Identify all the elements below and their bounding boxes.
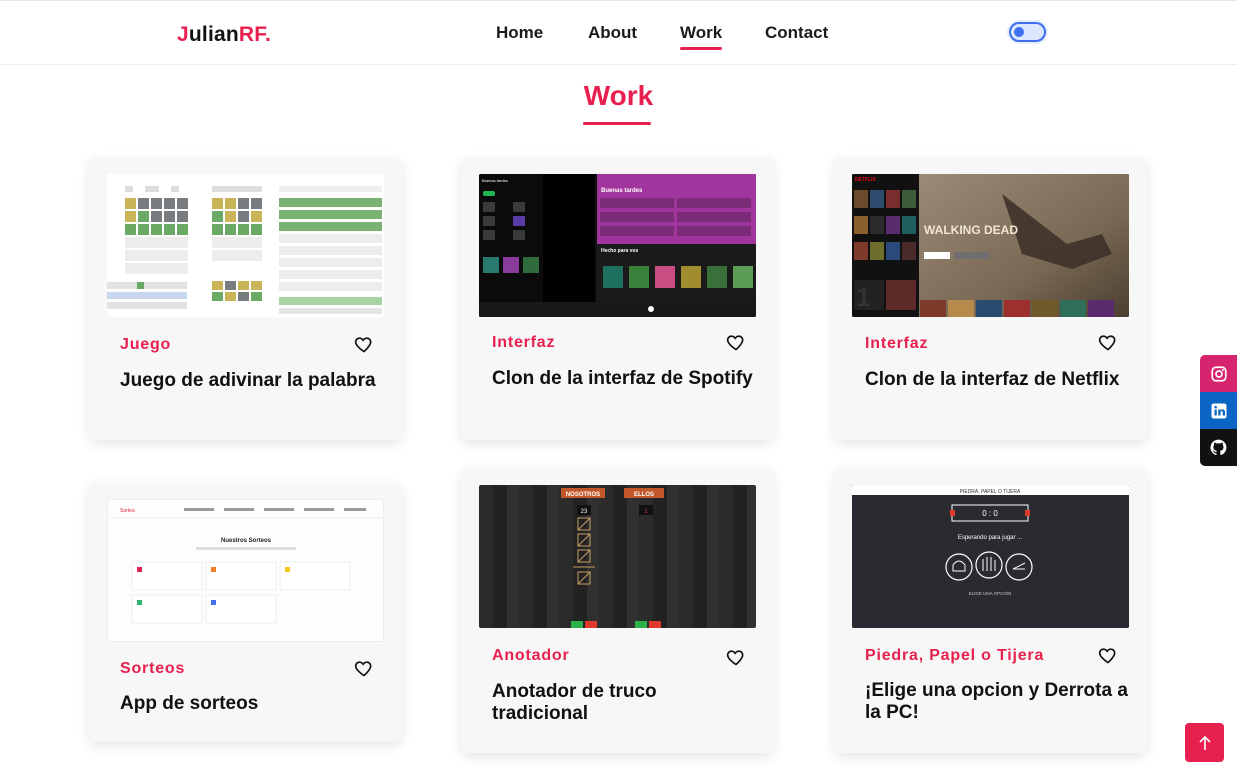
spotify-screenshot: Buenas tardes Buenas tardes Hecho para v… xyxy=(479,174,756,317)
project-category: Interfaz xyxy=(865,335,929,352)
ppt-status: Esperando para jugar ... xyxy=(958,535,1023,541)
heart-icon[interactable] xyxy=(726,647,746,667)
toggle-knob xyxy=(1014,27,1024,37)
project-card[interactable]: Juego Juego de adivinar la palabra xyxy=(89,157,402,440)
ppt-footer: ELIGE UNA OPCIÓN xyxy=(969,590,1012,596)
nav-home[interactable]: Home xyxy=(496,23,543,43)
sorteos-screenshot: Sortea Nuestros Sorteos xyxy=(108,500,383,641)
section-title: Work xyxy=(583,80,654,111)
svg-text:1: 1 xyxy=(856,282,870,312)
logo-initial: J xyxy=(177,23,189,46)
project-card[interactable]: Buenas tardes Buenas tardes Hecho para v… xyxy=(461,157,774,440)
heart-icon[interactable] xyxy=(1098,332,1118,352)
project-card[interactable]: NETFLIX 1 WALKING DEAD Interfaz Clon de … xyxy=(834,157,1147,440)
ppt-header: PIEDRA, PAPEL O TIJERA xyxy=(960,489,1021,495)
project-title[interactable]: Clon de la interfaz de Spotify xyxy=(492,368,757,390)
section-title-underline xyxy=(583,122,651,125)
heart-icon[interactable] xyxy=(726,332,746,352)
project-category: Juego xyxy=(120,336,172,353)
netflix-screenshot: NETFLIX 1 WALKING DEAD xyxy=(852,174,1129,317)
svg-text:Buenas tardes: Buenas tardes xyxy=(482,178,508,183)
logo[interactable]: JulianRF. xyxy=(177,23,271,47)
scroll-top-button[interactable] xyxy=(1185,723,1224,762)
project-category: Sorteos xyxy=(120,660,186,677)
svg-text:NETFLIX: NETFLIX xyxy=(855,177,876,183)
project-thumbnail: Sortea Nuestros Sorteos xyxy=(107,499,384,642)
logo-dot: . xyxy=(264,23,272,46)
project-title[interactable]: Anotador de truco tradicional xyxy=(492,681,757,725)
project-title[interactable]: ¡Elige una opcion y Derrota a la PC! xyxy=(865,680,1130,724)
project-title[interactable]: Juego de adivinar la palabra xyxy=(120,370,385,392)
heart-icon[interactable] xyxy=(1098,645,1118,665)
project-card[interactable]: Sortea Nuestros Sorteos Sorteos App de s… xyxy=(89,482,402,742)
logo-text: ulian xyxy=(188,23,239,46)
theme-toggle[interactable] xyxy=(1009,22,1046,42)
project-thumbnail: NOSOTROS ELLOS 23 1 xyxy=(479,485,756,628)
project-card[interactable]: PIEDRA, PAPEL O TIJERA 0 : 0 Esperando p… xyxy=(834,468,1147,753)
sorteos-logo: Sortea xyxy=(120,508,135,514)
ppt-score: 0 : 0 xyxy=(982,509,998,518)
project-card[interactable]: NOSOTROS ELLOS 23 1 Anotador Anotador de… xyxy=(461,468,774,753)
project-title[interactable]: Clon de la interfaz de Netflix xyxy=(865,369,1130,391)
truco-screenshot: NOSOTROS ELLOS 23 1 xyxy=(561,488,664,628)
spotify-heading: Buenas tardes xyxy=(601,188,643,194)
github-icon xyxy=(1210,439,1227,456)
instagram-link[interactable] xyxy=(1200,355,1237,392)
project-category: Anotador xyxy=(492,647,570,664)
project-thumbnail: NETFLIX 1 WALKING DEAD xyxy=(852,174,1129,317)
instagram-icon xyxy=(1210,365,1227,382)
project-thumbnail: Buenas tardes Buenas tardes Hecho para v… xyxy=(479,174,756,317)
nav-contact[interactable]: Contact xyxy=(765,23,828,43)
github-link[interactable] xyxy=(1200,429,1237,466)
sorteos-heading: Nuestros Sorteos xyxy=(221,538,272,544)
truco-score-left: 23 xyxy=(581,509,588,515)
nav-about[interactable]: About xyxy=(588,23,637,43)
linkedin-icon xyxy=(1211,403,1226,418)
truco-right-label: ELLOS xyxy=(634,492,654,498)
heart-icon[interactable] xyxy=(354,334,374,354)
truco-left-label: NOSOTROS xyxy=(566,492,600,498)
nav-work[interactable]: Work xyxy=(680,23,723,50)
wordle-screenshot xyxy=(107,174,384,317)
linkedin-link[interactable] xyxy=(1200,392,1237,429)
project-title[interactable]: App de sorteos xyxy=(120,693,385,715)
project-thumbnail: PIEDRA, PAPEL O TIJERA 0 : 0 Esperando p… xyxy=(852,485,1129,628)
project-category: Interfaz xyxy=(492,334,556,351)
netflix-hero-title: WALKING DEAD xyxy=(924,223,1018,237)
project-thumbnail xyxy=(107,174,384,317)
heart-icon[interactable] xyxy=(354,658,374,678)
ppt-screenshot: PIEDRA, PAPEL O TIJERA 0 : 0 Esperando p… xyxy=(852,485,1129,628)
site-header: JulianRF. Home About Work Contact xyxy=(0,0,1237,65)
logo-rf: RF xyxy=(238,23,265,46)
project-category: Piedra, Papel o Tijera xyxy=(865,647,1045,664)
spotify-subheading: Hecho para vos xyxy=(601,248,638,254)
arrow-up-icon xyxy=(1198,735,1211,750)
